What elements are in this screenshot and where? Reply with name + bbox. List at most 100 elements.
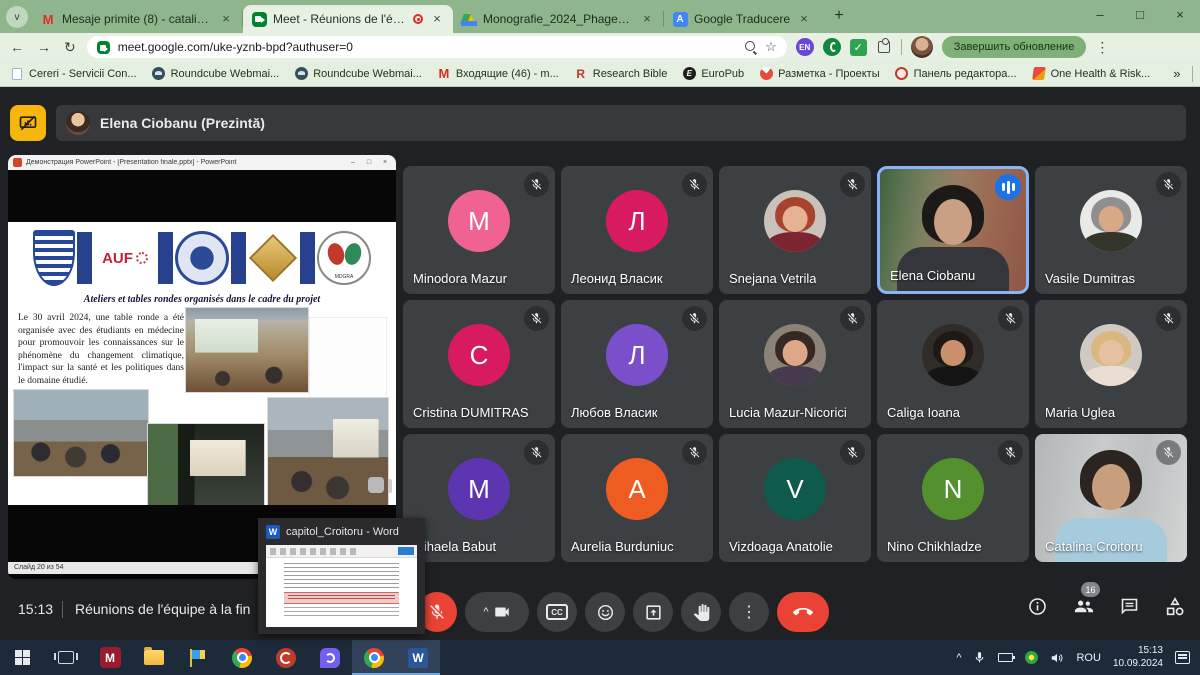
- camera-icon[interactable]: [493, 603, 511, 621]
- participant-tile[interactable]: Caliga Ioana: [877, 300, 1029, 428]
- participant-tile[interactable]: N Nino Chikhladze: [877, 434, 1029, 562]
- taskbar-chrome[interactable]: [220, 640, 264, 675]
- activities-button[interactable]: [1164, 596, 1186, 618]
- taskbar-red-app[interactable]: [264, 640, 308, 675]
- minimize-button[interactable]: –: [1080, 0, 1120, 33]
- avatar: M: [448, 458, 510, 520]
- present-icon: [644, 603, 663, 622]
- address-bar[interactable]: meet.google.com/uke-yznb-bpd?authuser=0 …: [87, 36, 787, 58]
- tray-chevron-icon[interactable]: ^: [956, 652, 961, 664]
- bookmark-roundcube-2[interactable]: Roundcube Webmai...: [294, 67, 422, 81]
- bookmark-roundcube-1[interactable]: Roundcube Webmai...: [152, 67, 280, 81]
- reactions-button[interactable]: [585, 592, 625, 632]
- new-tab-button[interactable]: +: [826, 3, 852, 29]
- profile-avatar[interactable]: [911, 36, 933, 58]
- close-tab-button[interactable]: ×: [796, 11, 812, 27]
- bookmark-onehealth[interactable]: One Health & Risk...: [1032, 67, 1151, 81]
- mic-off-icon: [1156, 440, 1181, 465]
- task-view-button[interactable]: [44, 640, 88, 675]
- participant-tile[interactable]: M Minodora Mazur: [403, 166, 555, 294]
- finish-update-button[interactable]: Завершить обновление: [942, 36, 1087, 58]
- razmetka-icon: [759, 67, 773, 81]
- participant-tile[interactable]: Catalina Croitoru: [1035, 434, 1187, 562]
- participants-button[interactable]: 16: [1072, 595, 1095, 618]
- participant-tile[interactable]: C Cristina DUMITRAS: [403, 300, 555, 428]
- participant-tile[interactable]: Л Любов Власик: [561, 300, 713, 428]
- presentation-status-icon[interactable]: [10, 105, 46, 141]
- extension-en-icon[interactable]: EN: [796, 38, 814, 56]
- close-tab-button[interactable]: ×: [218, 11, 234, 27]
- tab-translate[interactable]: A Google Traducere ×: [664, 5, 820, 33]
- participant-tile-speaking[interactable]: Elena Ciobanu: [877, 166, 1029, 294]
- participant-tile[interactable]: A Aurelia Burduniuc: [561, 434, 713, 562]
- forward-button[interactable]: →: [35, 39, 53, 55]
- participant-tile[interactable]: Maria Uglea: [1035, 300, 1187, 428]
- taskbar-mendeley[interactable]: M: [88, 640, 132, 675]
- meeting-details-button[interactable]: [1027, 596, 1048, 617]
- clock[interactable]: 15:13 10.09.2024: [1113, 645, 1163, 670]
- back-button[interactable]: ←: [8, 39, 26, 55]
- participant-tile[interactable]: Vasile Dumitras: [1035, 166, 1187, 294]
- end-call-button[interactable]: [777, 592, 829, 632]
- extension-green-icon[interactable]: [823, 38, 841, 56]
- extension-check-icon[interactable]: ✓: [850, 39, 867, 56]
- bookmark-research-bible[interactable]: RResearch Bible: [574, 67, 668, 81]
- more-options-button[interactable]: ⋮: [729, 592, 769, 632]
- roundcube-icon: [294, 67, 308, 81]
- browser-menu-icon[interactable]: ⋮: [1095, 39, 1109, 56]
- bookmark-gmail[interactable]: MВходящие (46) - m...: [437, 67, 559, 81]
- present-screen-button[interactable]: [633, 592, 673, 632]
- bookmark-editor-panel[interactable]: Панель редактора...: [895, 67, 1017, 81]
- taskbar-pinned-app[interactable]: [176, 640, 220, 675]
- raise-hand-button[interactable]: [681, 592, 721, 632]
- participant-name: Maria Uglea: [1045, 405, 1115, 420]
- battery-icon[interactable]: [998, 653, 1013, 662]
- bookmark-star-icon[interactable]: ☆: [765, 39, 777, 55]
- volume-icon[interactable]: [1050, 651, 1064, 665]
- start-button[interactable]: [0, 640, 44, 675]
- word-document-thumbnail[interactable]: [266, 545, 417, 627]
- taskbar-file-explorer[interactable]: [132, 640, 176, 675]
- presentation-tile[interactable]: Демонстрация PowerPoint - [Presentation …: [8, 155, 396, 579]
- mic-off-icon: [1156, 306, 1181, 331]
- tab-meet[interactable]: Meet - Réunions de l'équip ×: [243, 5, 453, 33]
- mic-off-icon: [998, 306, 1023, 331]
- participant-tile[interactable]: M Mihaela Babut: [403, 434, 555, 562]
- chat-button[interactable]: [1119, 596, 1140, 617]
- close-button[interactable]: ×: [1160, 0, 1200, 33]
- camera-button-group[interactable]: ^: [465, 592, 529, 632]
- zoom-icon[interactable]: [745, 41, 757, 53]
- bookmark-cereri[interactable]: Cereri - Servicii Con...: [10, 67, 137, 81]
- notification-center-icon[interactable]: [1175, 651, 1190, 664]
- captions-button[interactable]: CC: [537, 592, 577, 632]
- maximize-button[interactable]: □: [1120, 0, 1160, 33]
- bookmark-europub[interactable]: EEuroPub: [682, 67, 744, 81]
- word-preview-card[interactable]: W capitol_Croitoru - Word: [258, 518, 425, 634]
- participant-tile[interactable]: V Vizdoaga Anatolie: [719, 434, 871, 562]
- bookmarks-overflow-button[interactable]: »: [1173, 66, 1180, 81]
- reload-button[interactable]: ↻: [62, 39, 78, 56]
- slideshow-nav-button: [368, 477, 384, 493]
- tab-search-button[interactable]: v: [6, 6, 28, 28]
- antivirus-tray-icon[interactable]: [1025, 651, 1038, 664]
- bookmark-razmetka[interactable]: Разметка - Проекты: [759, 67, 879, 81]
- taskbar-viber[interactable]: [308, 640, 352, 675]
- participant-tile[interactable]: Lucia Mazur-Nicorici: [719, 300, 871, 428]
- speaking-indicator-icon: [995, 174, 1021, 200]
- chevron-up-icon[interactable]: ^: [483, 606, 488, 618]
- info-icon: [1027, 596, 1048, 617]
- language-indicator[interactable]: ROU: [1076, 652, 1100, 664]
- participant-tile[interactable]: Л Леонид Власик: [561, 166, 713, 294]
- presenter-banner[interactable]: Elena Ciobanu (Prezintă): [56, 105, 1186, 141]
- tab-drive[interactable]: Monografie_2024_PhageLand - ×: [453, 5, 663, 33]
- close-tab-button[interactable]: ×: [639, 11, 655, 27]
- tab-gmail[interactable]: M Mesaje primite (8) - catalina.cro ×: [32, 5, 242, 33]
- participant-tile[interactable]: Snejana Vetrila: [719, 166, 871, 294]
- taskbar-word-active[interactable]: W: [396, 640, 440, 675]
- meeting-title: Réunions de l'équipe à la fin: [75, 601, 250, 617]
- taskbar-chrome-active[interactable]: [352, 640, 396, 675]
- meet-main: Elena Ciobanu (Prezintă) Демонстрация Po…: [0, 88, 1200, 640]
- extensions-puzzle-icon[interactable]: [876, 39, 892, 55]
- tray-mic-icon[interactable]: [973, 651, 986, 664]
- close-tab-button[interactable]: ×: [429, 11, 445, 27]
